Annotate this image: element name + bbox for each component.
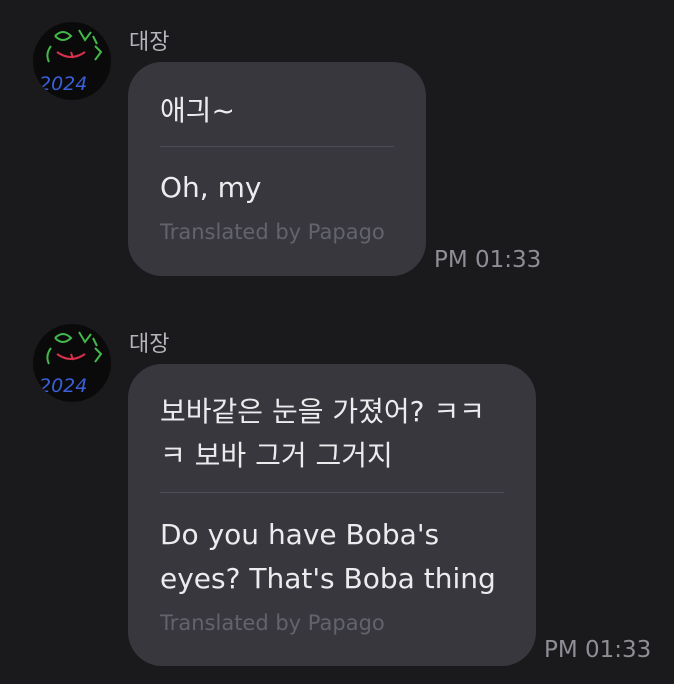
divider <box>160 492 504 493</box>
message-bubble[interactable]: 보바같은 눈을 가졌어? ㅋㅋㅋ 보바 그거 그거지 Do you have B… <box>128 364 536 666</box>
avatar[interactable]: 2024 <box>33 22 111 100</box>
message-time: PM 01:33 <box>544 637 652 663</box>
message-bubble[interactable]: 애긔~ Oh, my Translated by Papago <box>128 62 426 276</box>
avatar-text: 2024 <box>39 375 87 397</box>
avatar[interactable]: 2024 <box>33 324 111 402</box>
avatar-text: 2024 <box>39 73 87 95</box>
doodle-face-avatar-icon: 2024 <box>39 29 103 95</box>
doodle-face-avatar-icon: 2024 <box>39 331 103 397</box>
translation-credit: Translated by Papago <box>160 611 385 635</box>
sender-name: 대장 <box>129 332 170 357</box>
sender-name: 대장 <box>129 30 170 55</box>
translation-credit: Translated by Papago <box>160 220 385 244</box>
translated-text: Do you have Boba's eyes? That's Boba thi… <box>160 518 496 595</box>
original-text: 애긔~ <box>160 94 235 127</box>
translated-text: Oh, my <box>160 171 262 204</box>
divider <box>160 146 394 147</box>
message-time: PM 01:33 <box>434 247 542 273</box>
original-text: 보바같은 눈을 가졌어? ㅋㅋㅋ 보바 그거 그거지 <box>160 395 485 472</box>
